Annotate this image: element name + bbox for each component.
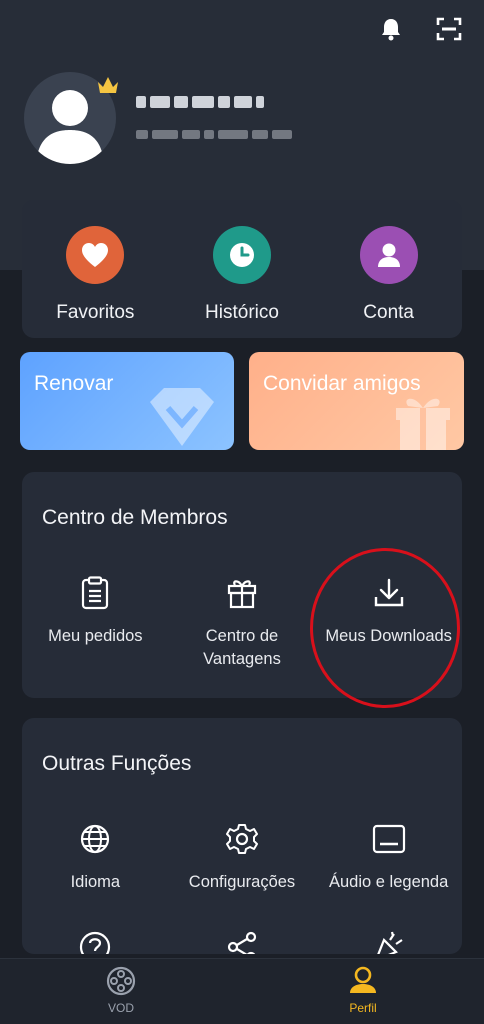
benefits-center-label: Centro de Vantagens — [203, 627, 281, 668]
history-label: Histórico — [205, 302, 279, 323]
benefits-center-button[interactable]: Centro de Vantagens — [169, 576, 316, 671]
renew-label: Renovar — [34, 372, 114, 395]
account-button[interactable]: Conta — [324, 226, 454, 338]
share-button[interactable] — [169, 930, 316, 954]
language-button[interactable]: Idioma — [22, 822, 169, 894]
tab-vod[interactable]: VOD — [0, 959, 242, 1024]
language-label: Idioma — [70, 873, 121, 891]
my-orders-button[interactable]: Meu pedidos — [22, 576, 169, 671]
diamond-icon — [150, 388, 214, 446]
profile-icon — [350, 966, 376, 993]
gift-icon — [225, 576, 259, 610]
username-redacted — [136, 96, 264, 110]
subtitle-icon — [372, 822, 406, 856]
members-center-card: Centro de Membros Meu pedidos Centro de … — [22, 472, 462, 698]
settings-button[interactable]: Configurações — [169, 822, 316, 894]
user-id-redacted — [136, 130, 292, 139]
gear-icon — [225, 822, 259, 856]
tab-vod-label: VOD — [107, 1001, 134, 1015]
scan-icon[interactable] — [436, 16, 462, 42]
party-button[interactable] — [315, 930, 462, 954]
quick-actions-card: Favoritos Histórico Conta — [22, 200, 462, 338]
film-reel-icon — [106, 966, 136, 996]
audio-subtitle-label: Áudio e legenda — [329, 873, 449, 891]
clipboard-icon — [78, 576, 112, 610]
tab-profile-label: Perfil — [349, 1001, 377, 1015]
globe-icon — [78, 822, 112, 856]
invite-banner[interactable]: Convidar amigos — [249, 352, 464, 450]
renew-banner[interactable]: Renovar — [20, 352, 234, 450]
members-center-title: Centro de Membros — [42, 506, 228, 529]
clock-icon — [212, 226, 271, 284]
download-icon — [372, 576, 406, 610]
favorites-button[interactable]: Favoritos — [30, 226, 160, 338]
bell-icon[interactable] — [378, 16, 404, 42]
favorites-label: Favoritos — [56, 302, 135, 323]
help-button[interactable] — [22, 930, 169, 954]
history-button[interactable]: Histórico — [177, 226, 307, 338]
other-functions-title: Outras Funções — [42, 752, 192, 775]
bottom-nav: VOD Perfil — [0, 958, 484, 1024]
my-orders-label: Meu pedidos — [48, 627, 143, 645]
account-label: Conta — [363, 302, 414, 323]
other-functions-card: Outras Funções Idioma Configurações Áudi… — [22, 718, 462, 954]
heart-icon — [66, 226, 125, 284]
gift-box-icon — [396, 398, 450, 450]
party-icon — [372, 930, 406, 954]
settings-label: Configurações — [188, 873, 296, 891]
help-icon — [78, 930, 112, 954]
person-icon — [359, 226, 418, 284]
share-icon — [225, 930, 259, 954]
header-actions — [378, 16, 462, 42]
audio-subtitle-button[interactable]: Áudio e legenda — [315, 822, 462, 894]
my-downloads-button[interactable]: Meus Downloads — [315, 576, 462, 671]
tab-profile[interactable]: Perfil — [242, 959, 484, 1024]
my-downloads-label: Meus Downloads — [325, 627, 452, 645]
crown-icon — [96, 74, 120, 96]
